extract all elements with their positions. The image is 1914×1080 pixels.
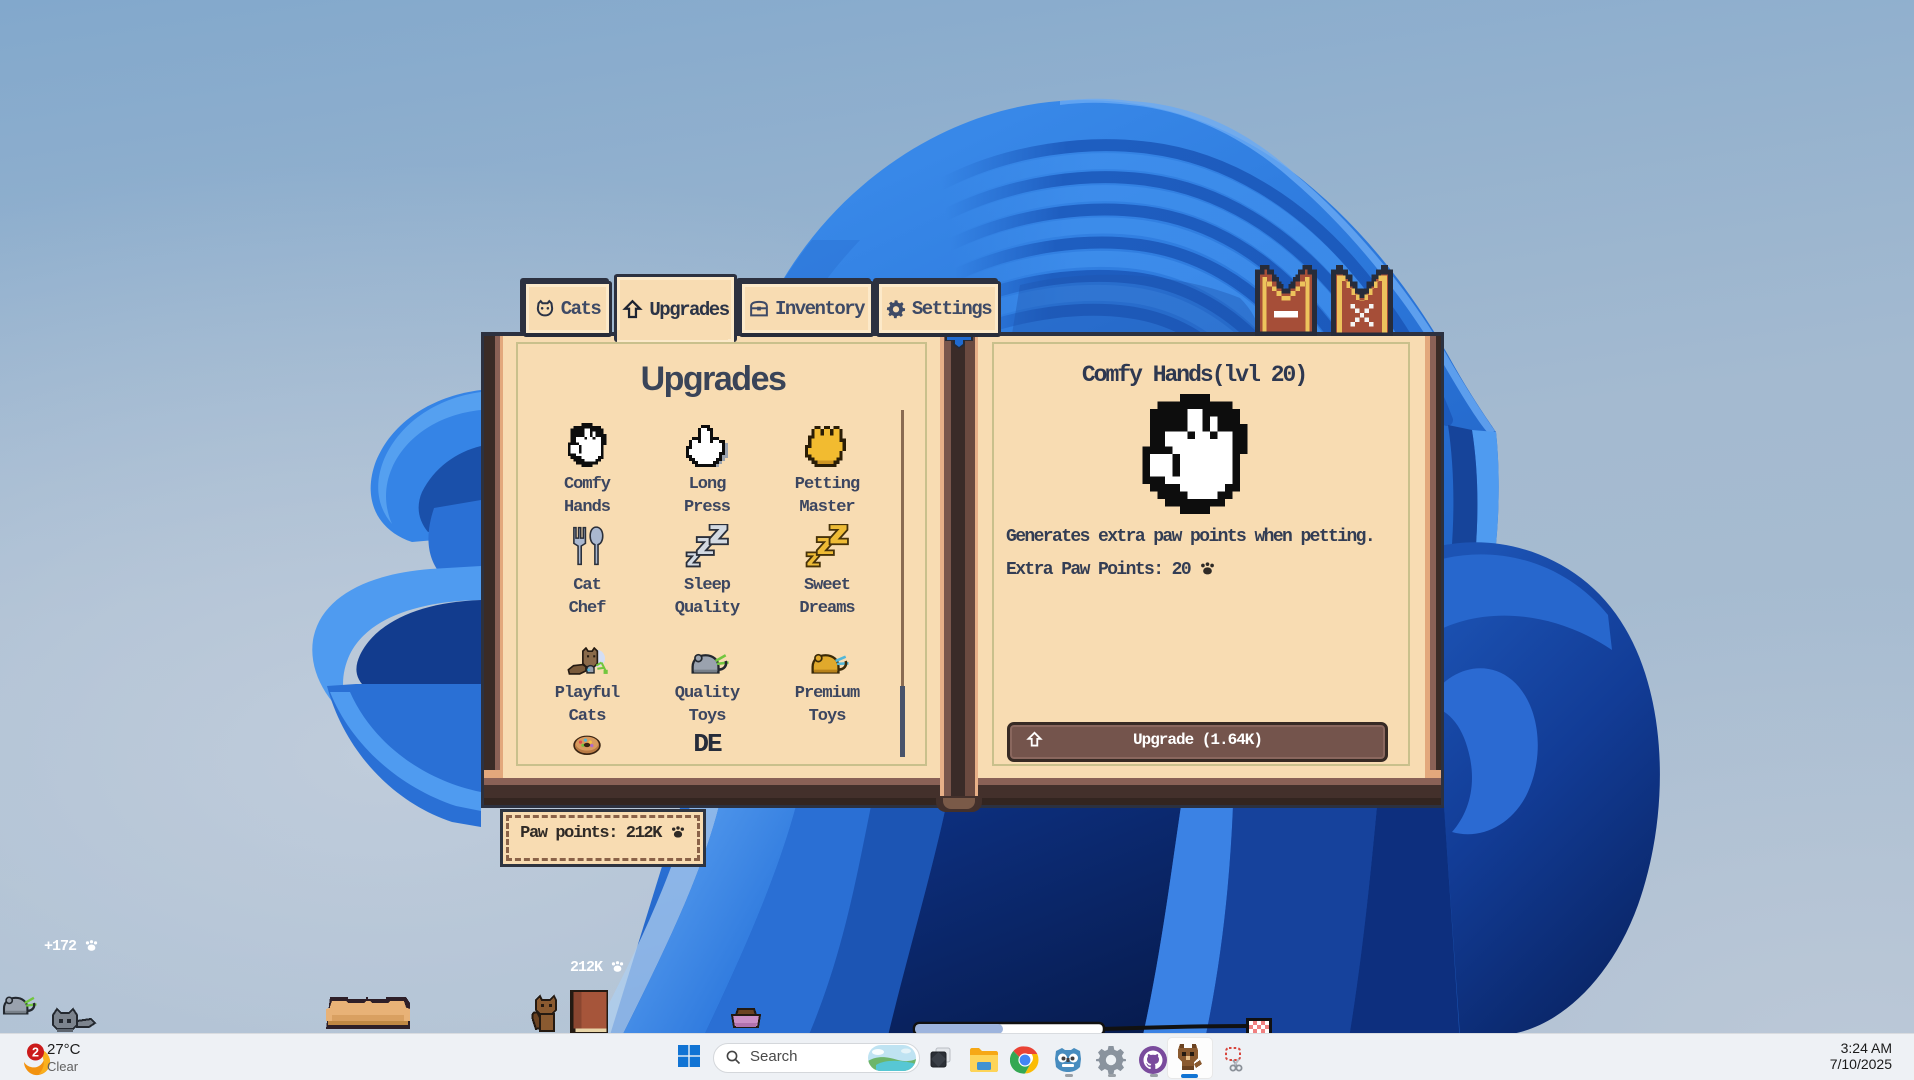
svg-text:2: 2	[32, 1046, 39, 1060]
